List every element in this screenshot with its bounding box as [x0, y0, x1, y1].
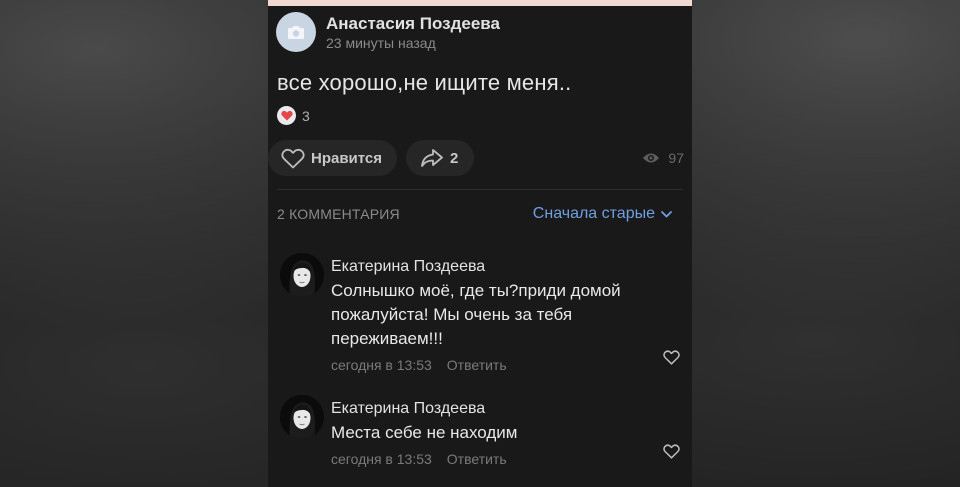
- comments-count: 2 КОММЕНТАРИЯ: [277, 206, 400, 222]
- post-text: все хорошо,не ищите меня..: [277, 70, 572, 95]
- like-button-label: Нравится: [311, 149, 383, 167]
- comment-body: Екатерина Поздеева Солнышко моё, где ты?…: [331, 253, 676, 373]
- comment-time: сегодня в 13:53: [331, 451, 432, 467]
- eye-icon: [643, 153, 660, 163]
- chevron-down-icon: [661, 210, 672, 217]
- share-button[interactable]: 2: [406, 140, 474, 176]
- comment-text-line: Солнышко моё, где ты?приди домой: [331, 281, 621, 300]
- heart-icon: [280, 110, 293, 121]
- sort-label: Сначала старые: [532, 205, 655, 222]
- heart-outline-icon: [281, 148, 305, 168]
- reactions-summary[interactable]: 3: [277, 106, 310, 125]
- comment-body: Екатерина Поздеева Места себе не находим…: [331, 395, 676, 467]
- comment-like-icon[interactable]: [663, 444, 680, 459]
- comment-author[interactable]: Екатерина Поздеева: [331, 399, 676, 419]
- post-header: Анастасия Поздеева 23 минуты назад: [276, 12, 500, 52]
- comment-time: сегодня в 13:53: [331, 357, 432, 373]
- commenter-avatar[interactable]: [280, 253, 324, 297]
- post-time: 23 минуты назад: [326, 35, 436, 51]
- comment-author[interactable]: Екатерина Поздеева: [331, 257, 676, 277]
- comment-like-icon[interactable]: [663, 350, 680, 365]
- portrait-photo: [280, 253, 324, 297]
- camera-icon: [288, 25, 304, 39]
- commenter-avatar[interactable]: [280, 395, 324, 439]
- author-avatar[interactable]: [276, 12, 316, 52]
- comment-text-line: переживаем!!!: [331, 329, 443, 348]
- comment-meta: сегодня в 13:53 Ответить: [331, 451, 676, 467]
- comments-sort-dropdown[interactable]: Сначала старые: [533, 205, 672, 223]
- views-count: 97: [668, 150, 684, 166]
- views-counter: 97: [642, 150, 684, 166]
- comment-text-line: Места себе не находим: [331, 423, 518, 442]
- share-arrow-icon: [421, 149, 443, 167]
- comment-text: Солнышко моё, где ты?приди домой пожалуй…: [331, 279, 676, 351]
- comment-text: Места себе не находим: [331, 421, 676, 445]
- comment-meta: сегодня в 13:53 Ответить: [331, 357, 676, 373]
- post-view: Анастасия Поздеева 23 минуты назад все х…: [268, 0, 692, 487]
- reply-button[interactable]: Ответить: [447, 357, 507, 373]
- author-name[interactable]: Анастасия Поздеева: [326, 13, 500, 35]
- reaction-count: 3: [302, 107, 310, 124]
- divider: [277, 189, 683, 190]
- like-button[interactable]: Нравится: [268, 140, 397, 176]
- action-bar: Нравится 2 97: [268, 140, 692, 176]
- reaction-badge: [277, 106, 296, 125]
- reply-button[interactable]: Ответить: [447, 451, 507, 467]
- author-info: Анастасия Поздеева 23 минуты назад: [326, 13, 500, 51]
- top-edge-strip: [268, 0, 692, 6]
- portrait-photo: [280, 395, 324, 439]
- comment-text-line: пожалуйста! Мы очень за тебя: [331, 305, 573, 324]
- share-count: 2: [450, 149, 459, 167]
